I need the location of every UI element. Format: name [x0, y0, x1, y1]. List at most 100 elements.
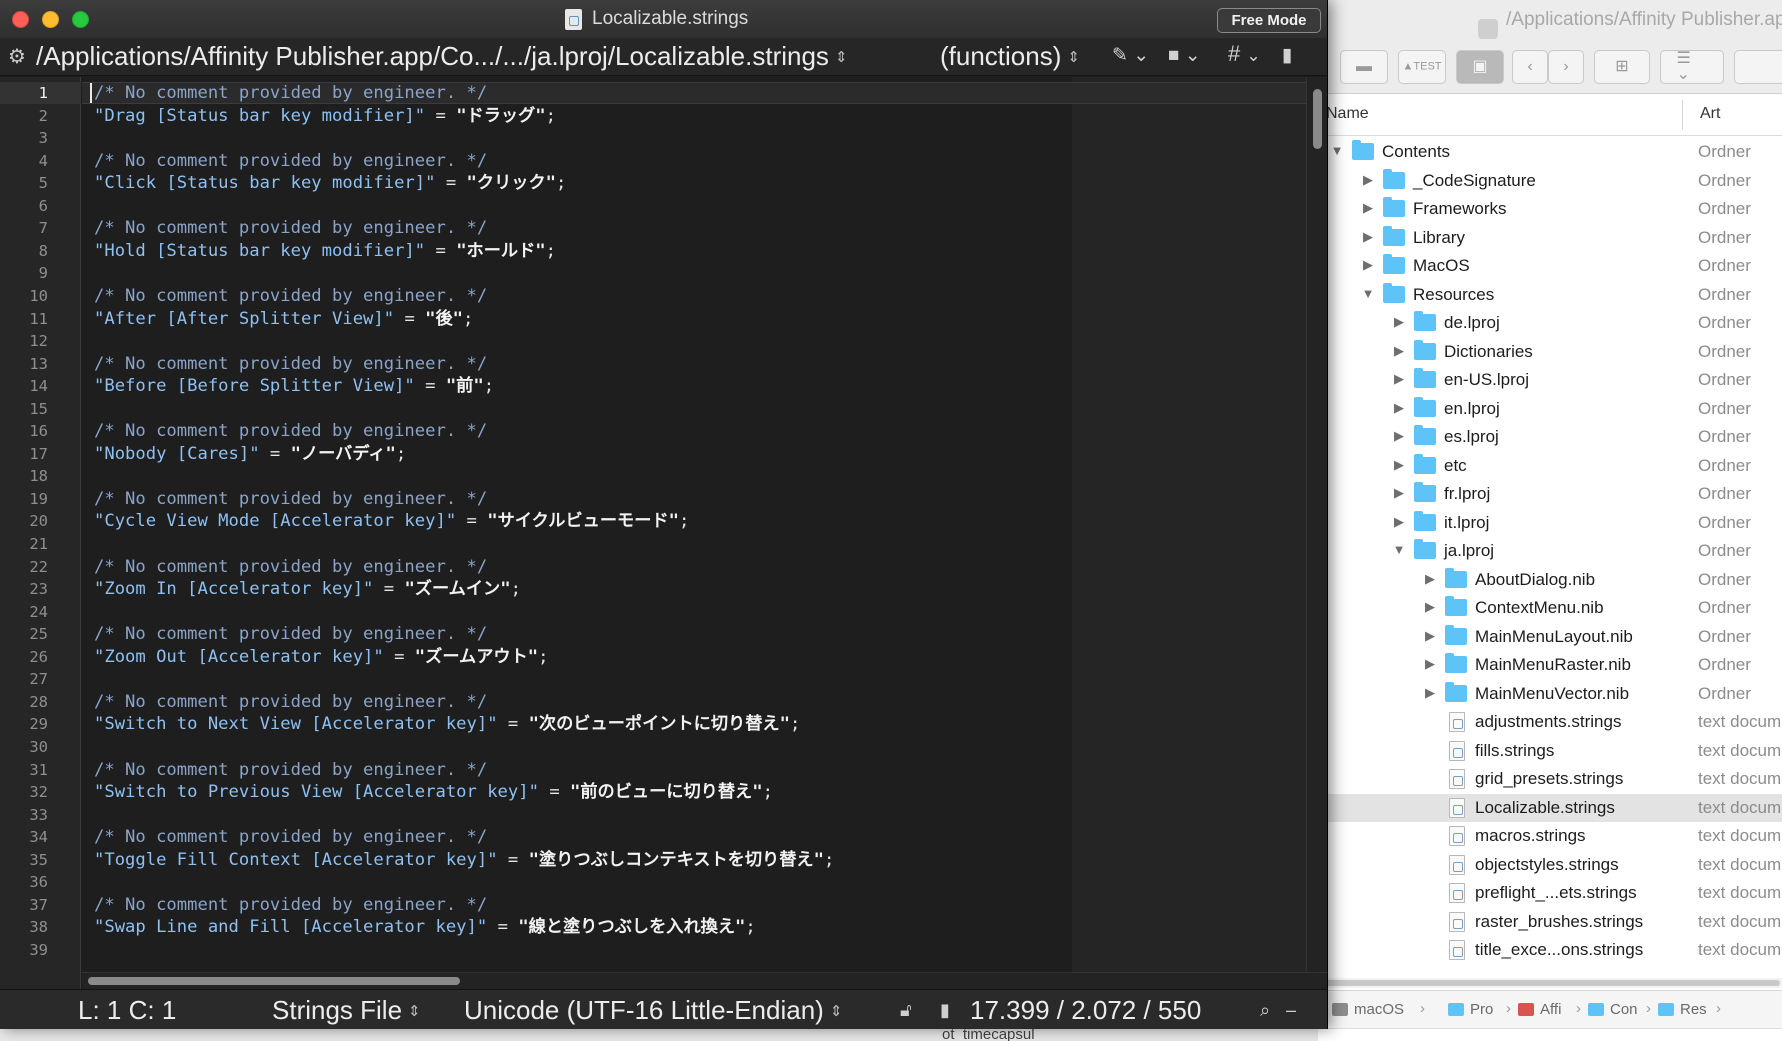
finder-folder-row[interactable]: ▶ Frameworks Ordner — [1318, 195, 1782, 224]
disclosure-collapsed-icon[interactable]: ▶ — [1392, 486, 1406, 500]
disclosure-expanded-icon[interactable]: ▼ — [1392, 543, 1406, 557]
finder-file-row[interactable]: Localizable.strings text docum — [1318, 793, 1782, 822]
finder-folder-row[interactable]: ▶ en.lproj Ordner — [1318, 395, 1782, 424]
finder-folder-row[interactable]: ▶ fr.lproj Ordner — [1318, 480, 1782, 509]
finder-folder-row[interactable]: ▶ ContextMenu.nib Ordner — [1318, 594, 1782, 623]
functions-popup-button[interactable]: (functions) ⇕ — [940, 41, 1080, 72]
finder-folder-row[interactable]: ▶ MainMenuRaster.nib Ordner — [1318, 651, 1782, 680]
path-bar-item[interactable]: Affi — [1540, 1001, 1561, 1018]
free-mode-button[interactable]: Free Mode — [1217, 8, 1321, 33]
finder-folder-row[interactable]: ▶ Library Ordner — [1318, 224, 1782, 253]
finder-folder-row[interactable]: ▼ ja.lproj Ordner — [1318, 537, 1782, 566]
disclosure-collapsed-icon[interactable]: ▶ — [1423, 571, 1437, 586]
cursor-position[interactable]: L: 1 C: 1 — [78, 995, 176, 1026]
collapse-icon[interactable]: – — [1286, 1000, 1296, 1021]
document-info-button[interactable]: ▮ — [1282, 44, 1292, 67]
column-kind-header[interactable]: Art — [1700, 105, 1720, 123]
new-folder-button[interactable]: ⊞ — [1594, 50, 1650, 84]
column-name-header[interactable]: Name — [1326, 105, 1369, 123]
finder-folder-row[interactable]: ▶ etc Ordner — [1318, 452, 1782, 481]
back-button[interactable]: ‹ — [1512, 50, 1548, 84]
preview-button[interactable]: ▣ — [1456, 50, 1504, 84]
forward-button[interactable]: › — [1548, 50, 1584, 84]
disclosure-collapsed-icon[interactable]: ▶ — [1392, 400, 1406, 415]
text-editor[interactable]: /* No comment provided by engineer. */"D… — [82, 77, 1306, 972]
disclosure-collapsed-icon[interactable]: ▶ — [1361, 172, 1375, 187]
gear-icon[interactable]: ⚙ — [8, 44, 26, 69]
disclosure-collapsed-icon[interactable]: ▶ — [1361, 201, 1375, 215]
finder-folder-row[interactable]: ▶ MainMenuLayout.nib Ordner — [1318, 623, 1782, 652]
document-proxy-icon[interactable] — [565, 9, 582, 30]
disclosure-collapsed-icon[interactable]: ▶ — [1423, 685, 1437, 700]
disclosure-collapsed-icon[interactable]: ▶ — [1361, 258, 1375, 272]
line-number: 20 — [29, 512, 48, 531]
test-app-button[interactable]: ▲TEST — [1398, 50, 1446, 84]
finder-folder-row[interactable]: ▶ es.lproj Ordner — [1318, 423, 1782, 452]
path-bar-item[interactable]: Con — [1610, 1001, 1638, 1018]
column-divider[interactable] — [1682, 100, 1683, 130]
page-guide-shade — [1072, 77, 1306, 972]
zoom-window-button[interactable] — [72, 11, 89, 28]
minimize-window-button[interactable] — [42, 11, 59, 28]
clippings-menu-button[interactable]: ■ ⌄ — [1168, 44, 1201, 67]
finder-file-row[interactable]: grid_presets.strings text docum — [1318, 765, 1782, 794]
finder-file-row[interactable]: fills.strings text docum — [1318, 737, 1782, 766]
document-icon: ▮ — [1282, 45, 1293, 66]
line-number: 27 — [29, 670, 48, 689]
disclosure-collapsed-icon[interactable]: ▶ — [1392, 457, 1406, 472]
finder-file-row[interactable]: objectstyles.strings text docum — [1318, 851, 1782, 880]
disclosure-collapsed-icon[interactable]: ▶ — [1392, 429, 1406, 443]
view-options-button[interactable]: ☰ ⌄ — [1660, 50, 1724, 84]
horizontal-scrollbar[interactable] — [82, 972, 1327, 989]
finder-item-name: Resources — [1413, 284, 1495, 304]
disclosure-collapsed-icon[interactable]: ▶ — [1423, 628, 1437, 643]
lock-icon[interactable]: 🔓︎ — [900, 1000, 912, 1021]
finder-folder-row[interactable]: ▶ MacOS Ordner — [1318, 252, 1782, 281]
finder-file-row[interactable]: title_exce...ons.strings text docum — [1318, 936, 1782, 965]
path-bar-item[interactable]: Pro — [1470, 1001, 1493, 1018]
finder-folder-row[interactable]: ▼ Contents Ordner — [1318, 138, 1782, 167]
path-bar-item[interactable]: macOS — [1354, 1001, 1404, 1018]
finder-folder-row[interactable]: ▶ Dictionaries Ordner — [1318, 338, 1782, 367]
finder-folder-row[interactable]: ▶ _CodeSignature Ordner — [1318, 167, 1782, 196]
finder-file-row[interactable]: adjustments.strings text docum — [1318, 708, 1782, 737]
disclosure-collapsed-icon[interactable]: ▶ — [1392, 514, 1406, 529]
horizontal-scroll-thumb[interactable] — [88, 977, 460, 985]
marker-menu-button[interactable]: ✎ ⌄ — [1112, 44, 1149, 67]
language-popup[interactable]: Strings File ⇕ — [272, 995, 421, 1026]
finder-scroll-thumb[interactable] — [1320, 980, 1780, 986]
disclosure-expanded-icon[interactable]: ▼ — [1330, 144, 1344, 158]
search-icon[interactable]: ⌕ — [1260, 1000, 1270, 1021]
line-number-gutter[interactable]: 1 2 3 4 5 6 7 8 9 10 11 12 13 14 15 16 17 18 19 20 21 22 23 24 2… — [0, 77, 81, 989]
finder-horizontal-scrollbar[interactable] — [1318, 978, 1782, 988]
vertical-scroll-thumb[interactable] — [1313, 89, 1322, 149]
vertical-scrollbar[interactable] — [1306, 77, 1327, 972]
folder-view-button[interactable]: ▬ — [1340, 50, 1388, 84]
finder-folder-row[interactable]: ▼ Resources Ordner — [1318, 281, 1782, 310]
path-popup-button[interactable]: /Applications/Affinity Publisher.app/Co.… — [36, 41, 848, 72]
finder-folder-row[interactable]: ▶ MainMenuVector.nib Ordner — [1318, 680, 1782, 709]
disclosure-collapsed-icon[interactable]: ▶ — [1392, 343, 1406, 358]
disclosure-collapsed-icon[interactable]: ▶ — [1423, 600, 1437, 614]
finder-file-row[interactable]: macros.strings text docum — [1318, 822, 1782, 851]
encoding-popup[interactable]: Unicode (UTF-16 Little-Endian) ⇕ — [464, 995, 842, 1026]
disclosure-collapsed-icon[interactable]: ▶ — [1361, 229, 1375, 244]
finder-file-row[interactable]: preflight_...ets.strings text docum — [1318, 879, 1782, 908]
disclosure-collapsed-icon[interactable]: ▶ — [1392, 372, 1406, 386]
code-entry-line: "Zoom In [Accelerator key]" = "ズームイン"; — [94, 578, 521, 600]
more-button[interactable] — [1734, 50, 1782, 84]
finder-file-row[interactable]: raster_brushes.strings text docum — [1318, 908, 1782, 937]
close-window-button[interactable] — [12, 11, 29, 28]
finder-folder-row[interactable]: ▶ AboutDialog.nib Ordner — [1318, 566, 1782, 595]
disclosure-expanded-icon[interactable]: ▼ — [1361, 286, 1375, 301]
string-value: "ドラッグ" — [456, 105, 546, 126]
finder-folder-row[interactable]: ▶ de.lproj Ordner — [1318, 309, 1782, 338]
new-folder-icon: ⊞ — [1615, 58, 1629, 75]
path-bar-item[interactable]: Res — [1680, 1001, 1707, 1018]
finder-folder-row[interactable]: ▶ it.lproj Ordner — [1318, 509, 1782, 538]
disclosure-collapsed-icon[interactable]: ▶ — [1392, 315, 1406, 329]
hash-menu-button[interactable]: # ⌄ — [1228, 41, 1261, 67]
finder-item-kind: text docum — [1698, 769, 1782, 788]
disclosure-collapsed-icon[interactable]: ▶ — [1423, 657, 1437, 671]
finder-folder-row[interactable]: ▶ en-US.lproj Ordner — [1318, 366, 1782, 395]
